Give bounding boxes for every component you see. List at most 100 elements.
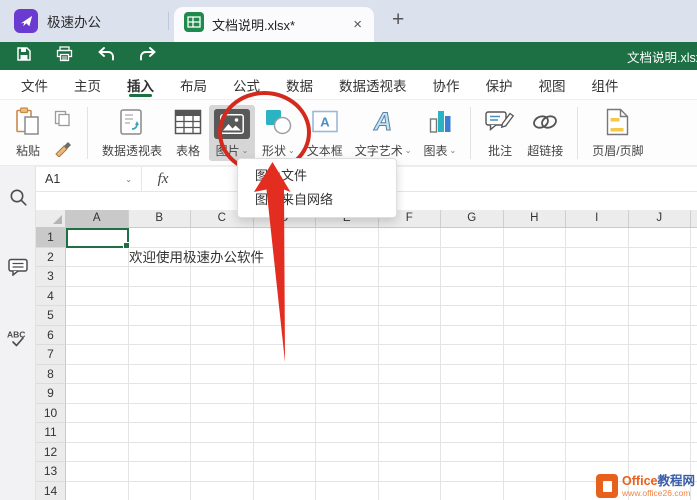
- row-header-5[interactable]: 5: [36, 306, 66, 326]
- cell-name-box[interactable]: A1 ⌄: [36, 167, 142, 191]
- cell-F2[interactable]: [379, 248, 442, 268]
- cell-H9[interactable]: [504, 384, 567, 404]
- cell-F6[interactable]: [379, 326, 442, 346]
- ribbon-tab-布局[interactable]: 布局: [167, 70, 220, 99]
- cell-F1[interactable]: [379, 228, 442, 248]
- cell-I9[interactable]: [566, 384, 629, 404]
- undo-button[interactable]: [97, 46, 115, 67]
- cell-G2[interactable]: [441, 248, 504, 268]
- row-header-2[interactable]: 2: [36, 248, 66, 268]
- column-header-H[interactable]: H: [504, 210, 567, 228]
- cell-G10[interactable]: [441, 404, 504, 424]
- cell-F9[interactable]: [379, 384, 442, 404]
- cell-D9[interactable]: [254, 384, 317, 404]
- cell-E11[interactable]: [316, 423, 379, 443]
- cell-E3[interactable]: [316, 267, 379, 287]
- cell-E5[interactable]: [316, 306, 379, 326]
- 文字艺术-button[interactable]: A文字艺术⌄: [350, 105, 417, 161]
- cell-A1[interactable]: [66, 228, 129, 248]
- cell-H2[interactable]: [504, 248, 567, 268]
- cell-A8[interactable]: [66, 365, 129, 385]
- cell-H13[interactable]: [504, 462, 567, 482]
- 页眉/页脚-button[interactable]: 页眉/页脚: [587, 105, 648, 161]
- cell-E6[interactable]: [316, 326, 379, 346]
- cell-F13[interactable]: [379, 462, 442, 482]
- cell-G9[interactable]: [441, 384, 504, 404]
- cell-H8[interactable]: [504, 365, 567, 385]
- cell-D11[interactable]: [254, 423, 317, 443]
- cell-A11[interactable]: [66, 423, 129, 443]
- cell-J11[interactable]: [629, 423, 692, 443]
- cell-F3[interactable]: [379, 267, 442, 287]
- cell-B3[interactable]: [129, 267, 192, 287]
- cell-J8[interactable]: [629, 365, 692, 385]
- select-all-corner[interactable]: [36, 210, 66, 228]
- ribbon-tab-公式[interactable]: 公式: [220, 70, 273, 99]
- close-tab-icon[interactable]: ×: [351, 16, 364, 33]
- row-header-11[interactable]: 11: [36, 423, 66, 443]
- cell-E13[interactable]: [316, 462, 379, 482]
- cell-J3[interactable]: [629, 267, 692, 287]
- column-header-J[interactable]: J: [629, 210, 692, 228]
- cell-G1[interactable]: [441, 228, 504, 248]
- cell-D5[interactable]: [254, 306, 317, 326]
- cell-A2[interactable]: [66, 248, 129, 268]
- cell-G8[interactable]: [441, 365, 504, 385]
- cell-A9[interactable]: [66, 384, 129, 404]
- cell-E12[interactable]: [316, 443, 379, 463]
- cell-C6[interactable]: [191, 326, 254, 346]
- cell-J12[interactable]: [629, 443, 692, 463]
- column-header-B[interactable]: B: [129, 210, 192, 228]
- cell-H11[interactable]: [504, 423, 567, 443]
- redo-button[interactable]: [139, 46, 157, 67]
- search-button[interactable]: [0, 188, 36, 212]
- cell-A13[interactable]: [66, 462, 129, 482]
- column-header-I[interactable]: I: [566, 210, 629, 228]
- cell-H5[interactable]: [504, 306, 567, 326]
- cell-B9[interactable]: [129, 384, 192, 404]
- cell-G12[interactable]: [441, 443, 504, 463]
- cell-C10[interactable]: [191, 404, 254, 424]
- document-tab[interactable]: 文档说明.xlsx* ×: [174, 7, 374, 42]
- cell-E9[interactable]: [316, 384, 379, 404]
- cell-C3[interactable]: [191, 267, 254, 287]
- cell-C5[interactable]: [191, 306, 254, 326]
- cell-B13[interactable]: [129, 462, 192, 482]
- cell-J5[interactable]: [629, 306, 692, 326]
- cell-B5[interactable]: [129, 306, 192, 326]
- 文本框-button[interactable]: A文本框: [302, 105, 348, 161]
- cell-G11[interactable]: [441, 423, 504, 443]
- cell-B14[interactable]: [129, 482, 192, 500]
- cell-D13[interactable]: [254, 462, 317, 482]
- cell-H10[interactable]: [504, 404, 567, 424]
- menu-item-图片来自网络[interactable]: 图片来自网络: [238, 188, 396, 212]
- cell-A3[interactable]: [66, 267, 129, 287]
- cell-B6[interactable]: [129, 326, 192, 346]
- cell-J7[interactable]: [629, 345, 692, 365]
- save-button[interactable]: [16, 46, 32, 67]
- cell-C9[interactable]: [191, 384, 254, 404]
- cell-J10[interactable]: [629, 404, 692, 424]
- ribbon-tab-视图[interactable]: 视图: [526, 70, 579, 99]
- cell-G5[interactable]: [441, 306, 504, 326]
- 超链接-button[interactable]: 超链接: [522, 105, 568, 161]
- cell-H4[interactable]: [504, 287, 567, 307]
- cell-I1[interactable]: [566, 228, 629, 248]
- cell-I3[interactable]: [566, 267, 629, 287]
- cell-D7[interactable]: [254, 345, 317, 365]
- cell-H7[interactable]: [504, 345, 567, 365]
- cell-C11[interactable]: [191, 423, 254, 443]
- cell-F11[interactable]: [379, 423, 442, 443]
- ribbon-tab-插入[interactable]: 插入: [114, 70, 167, 99]
- cell-H12[interactable]: [504, 443, 567, 463]
- cell-A14[interactable]: [66, 482, 129, 500]
- cell-C14[interactable]: [191, 482, 254, 500]
- cell-B12[interactable]: [129, 443, 192, 463]
- row-header-1[interactable]: 1: [36, 228, 66, 248]
- cell-D4[interactable]: [254, 287, 317, 307]
- row-header-10[interactable]: 10: [36, 404, 66, 424]
- menu-item-图片文件[interactable]: 图片文件: [238, 164, 396, 188]
- cell-C1[interactable]: [191, 228, 254, 248]
- row-header-13[interactable]: 13: [36, 462, 66, 482]
- 图片-button[interactable]: 图片⌄: [209, 105, 255, 161]
